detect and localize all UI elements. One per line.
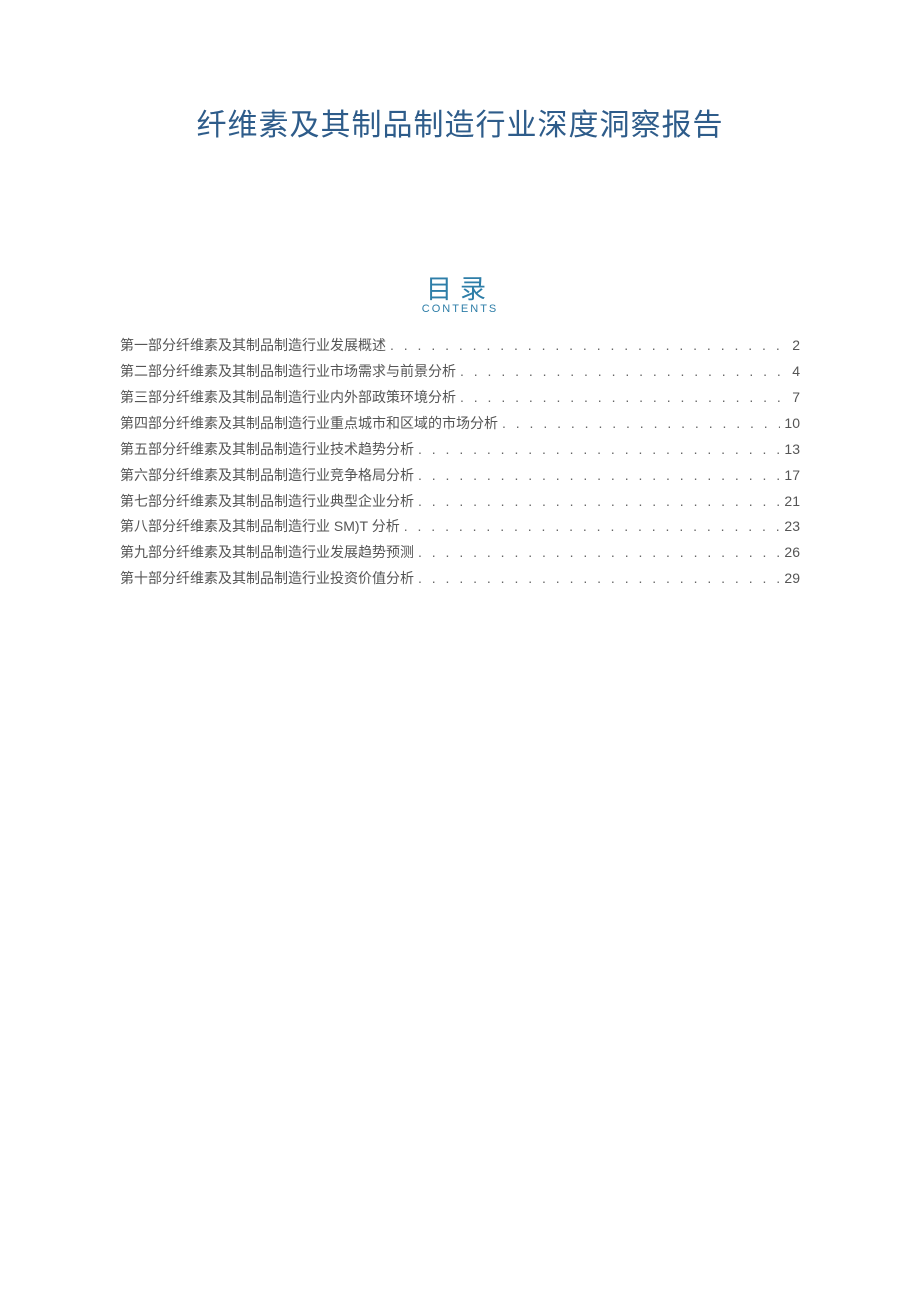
toc-item[interactable]: 第五部分纤维素及其制品制造行业技术趋势分析 13 (120, 437, 800, 463)
toc-item[interactable]: 第十部分纤维素及其制品制造行业投资价值分析 29 (120, 566, 800, 592)
toc-item[interactable]: 第六部分纤维素及其制品制造行业竞争格局分析 17 (120, 463, 800, 489)
toc-item[interactable]: 第七部分纤维素及其制品制造行业典型企业分析 21 (120, 489, 800, 515)
toc-item[interactable]: 第四部分纤维素及其制品制造行业重点城市和区域的市场分析 10 (120, 411, 800, 437)
toc-item[interactable]: 第八部分纤维素及其制品制造行业 SM)T 分析 23 (120, 514, 800, 540)
toc-dots (418, 489, 780, 515)
toc-item-page: 23 (784, 514, 800, 540)
toc-item-label: 第八部分纤维素及其制品制造行业 SM)T 分析 (120, 514, 400, 540)
toc-item-label: 第四部分纤维素及其制品制造行业重点城市和区域的市场分析 (120, 411, 498, 437)
toc-item-page: 10 (784, 411, 800, 437)
toc-heading: 目录 (120, 274, 800, 305)
toc-item-label: 第七部分纤维素及其制品制造行业典型企业分析 (120, 489, 414, 515)
toc-dots (418, 566, 780, 592)
document-title: 纤维素及其制品制造行业深度洞察报告 (120, 100, 800, 144)
toc-item[interactable]: 第三部分纤维素及其制品制造行业内外部政策环境分析 7 (120, 385, 800, 411)
toc-item-page: 4 (792, 359, 800, 385)
toc-dots (418, 437, 780, 463)
toc-item[interactable]: 第九部分纤维素及其制品制造行业发展趋势预测 26 (120, 540, 800, 566)
toc-dots (418, 463, 780, 489)
toc-item-label: 第十部分纤维素及其制品制造行业投资价值分析 (120, 566, 414, 592)
toc-item-page: 2 (792, 333, 800, 359)
toc-item[interactable]: 第二部分纤维素及其制品制造行业市场需求与前景分析 4 (120, 359, 800, 385)
toc-item-page: 17 (784, 463, 800, 489)
toc-list: 第一部分纤维素及其制品制造行业发展概述 2 第二部分纤维素及其制品制造行业市场需… (120, 333, 800, 592)
toc-dots (460, 359, 788, 385)
toc-header: 目录 CONTENTS (120, 274, 800, 315)
toc-item-label: 第三部分纤维素及其制品制造行业内外部政策环境分析 (120, 385, 456, 411)
toc-dots (460, 385, 788, 411)
toc-item-label: 第二部分纤维素及其制品制造行业市场需求与前景分析 (120, 359, 456, 385)
toc-item-page: 26 (784, 540, 800, 566)
toc-item-page: 29 (784, 566, 800, 592)
toc-item-page: 21 (784, 489, 800, 515)
toc-item-page: 7 (792, 385, 800, 411)
toc-dots (418, 540, 780, 566)
toc-item-page: 13 (784, 437, 800, 463)
toc-item-label: 第五部分纤维素及其制品制造行业技术趋势分析 (120, 437, 414, 463)
toc-dots (404, 514, 781, 540)
toc-dots (502, 411, 780, 437)
toc-item-label: 第九部分纤维素及其制品制造行业发展趋势预测 (120, 540, 414, 566)
toc-dots (390, 333, 788, 359)
toc-subtitle: CONTENTS (120, 303, 800, 315)
toc-item[interactable]: 第一部分纤维素及其制品制造行业发展概述 2 (120, 333, 800, 359)
toc-item-label: 第六部分纤维素及其制品制造行业竞争格局分析 (120, 463, 414, 489)
toc-item-label: 第一部分纤维素及其制品制造行业发展概述 (120, 333, 386, 359)
